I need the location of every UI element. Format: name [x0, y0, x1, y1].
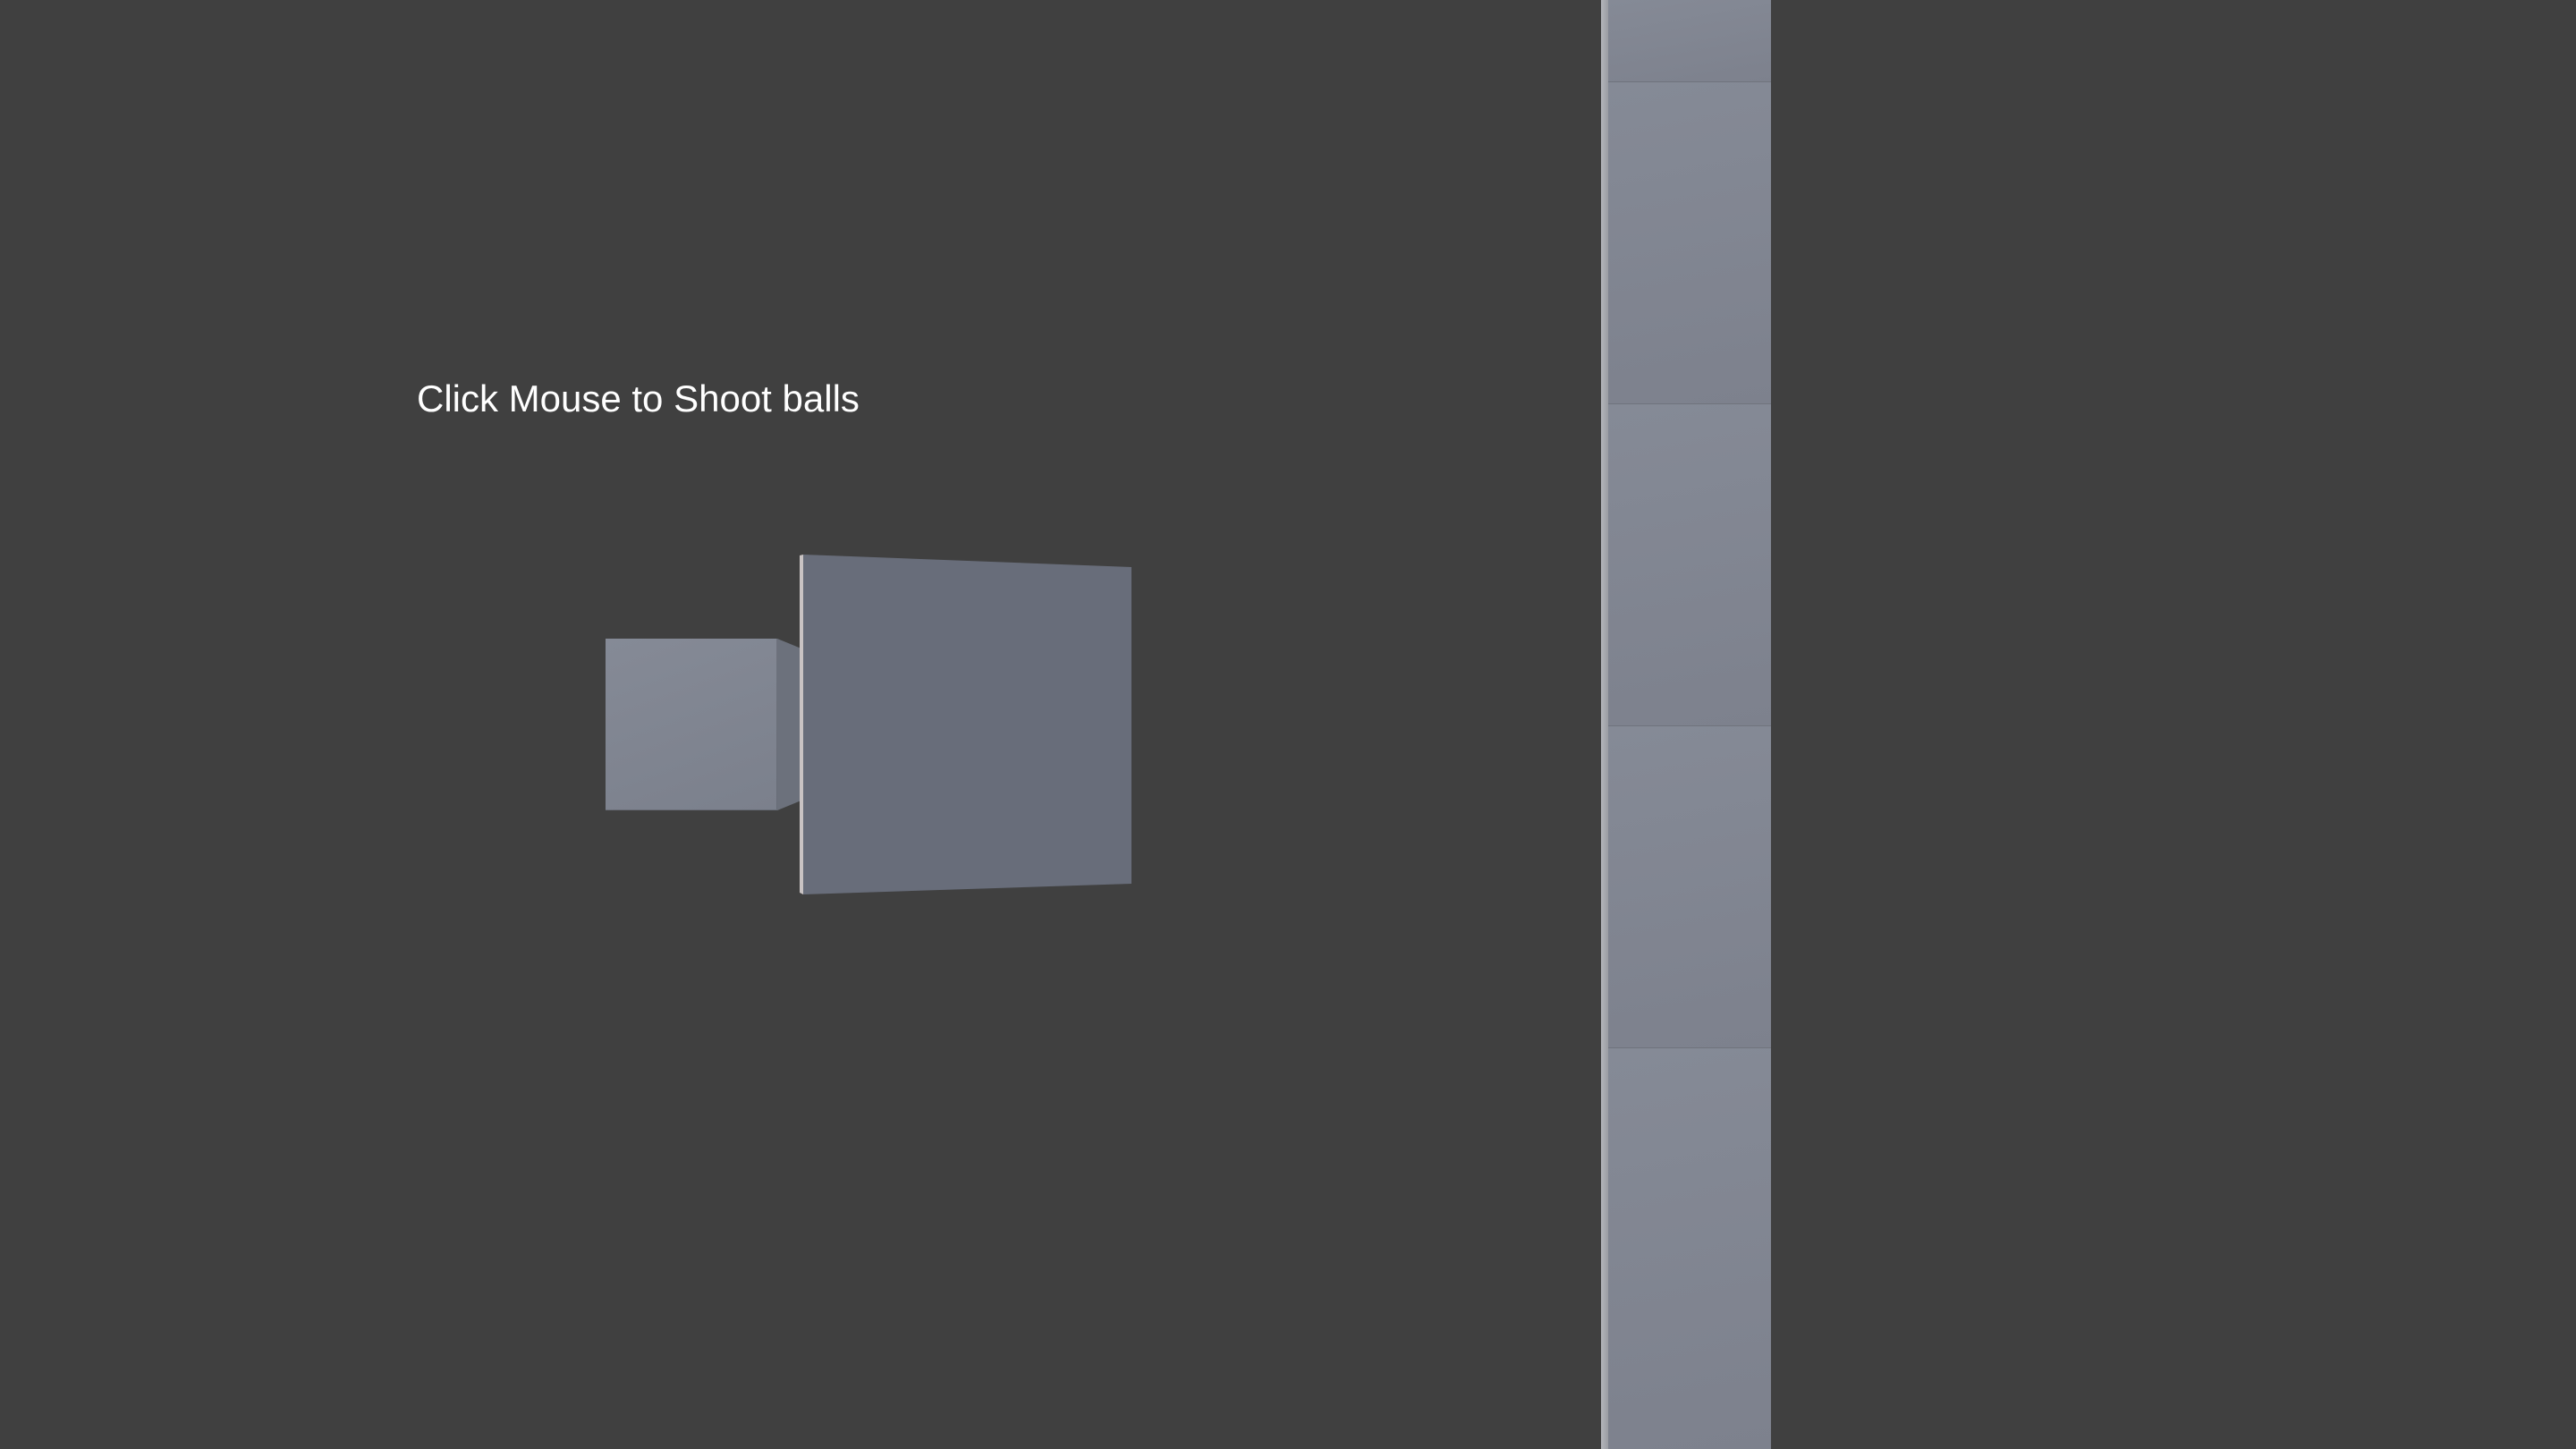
instruction-text: Click Mouse to Shoot balls [417, 377, 860, 419]
wall-segment [1608, 0, 1771, 82]
target-panel-face [803, 555, 1131, 894]
wall-edge [1601, 0, 1608, 1449]
wall-segment [1608, 404, 1771, 726]
target-panel-edge [800, 555, 803, 894]
target-panel [800, 555, 1131, 894]
game-viewport[interactable]: Click Mouse to Shoot balls [0, 0, 2576, 1449]
wall-segment [1608, 726, 1771, 1048]
cube-block [606, 639, 777, 810]
wall-column [1601, 0, 1771, 1449]
wall-segment [1608, 1048, 1771, 1449]
wall-segment [1608, 82, 1771, 404]
